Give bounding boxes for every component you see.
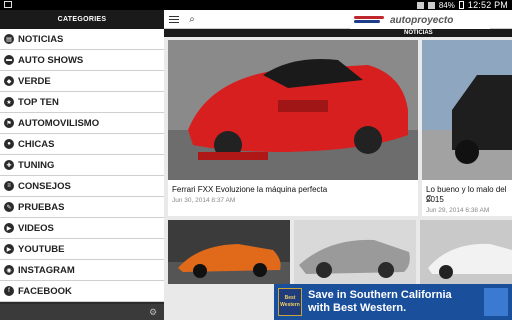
silver-concept-photo-icon — [294, 220, 416, 284]
list-icon: ≡ — [4, 181, 14, 191]
play-icon: ▶ — [4, 223, 14, 233]
main-content: ⌕ autoproyecto NOTICIAS Ferrari FXX Evol… — [164, 10, 512, 320]
star-icon: ★ — [4, 97, 14, 107]
pen-icon: ✎ — [4, 202, 14, 212]
leaf-icon: ◆ — [4, 76, 14, 86]
site-logo: autoproyecto — [350, 11, 490, 29]
orange-supercar-photo-icon — [168, 220, 290, 284]
category-pruebas[interactable]: ✎ PRUEBAS — [0, 197, 164, 218]
wifi-icon — [427, 1, 435, 9]
article-thumbnail[interactable] — [420, 220, 512, 284]
clock: 12:52 PM — [467, 0, 508, 10]
category-top-ten[interactable]: ★ TOP TEN — [0, 92, 164, 113]
status-bar: 84% 12:52 PM — [0, 0, 512, 10]
app-root: 84% 12:52 PM CATEGORIES ▤ NOTICIAS ▬ AUTO … — [0, 0, 512, 320]
ad-line-1: Save in Southern California — [308, 289, 452, 301]
camera-icon: ◉ — [4, 265, 14, 275]
category-tuning[interactable]: ✚ TUNING — [0, 155, 164, 176]
newspaper-icon: ▤ — [4, 34, 14, 44]
gallery-notification-icon — [4, 1, 12, 8]
category-consejos[interactable]: ≡ CONSEJOS — [0, 176, 164, 197]
article-date: Jun 30, 2014 8:37 AM — [172, 197, 236, 204]
person-icon: ● — [4, 139, 14, 149]
ferrari-photo-icon — [168, 40, 418, 180]
article-card[interactable]: Lo bueno y lo malo del C 2015 Jun 29, 20… — [422, 40, 512, 216]
category-list: ▤ NOTICIAS ▬ AUTO SHOWS ◆ VERDE ★ TOP TEN ⚑ A… — [0, 29, 164, 302]
car-icon: ▬ — [4, 55, 14, 65]
category-automovilismo[interactable]: ⚑ AUTOMOVILISMO — [0, 113, 164, 134]
logo-swoosh-icon — [350, 14, 390, 26]
brand-name: autoproyecto — [390, 14, 454, 26]
truck-photo-icon — [422, 40, 512, 180]
flag-icon: ⚑ — [4, 118, 14, 128]
article-title-line2: 2015 — [426, 195, 444, 204]
article-thumbnail[interactable] — [168, 220, 290, 284]
category-auto-shows[interactable]: ▬ AUTO SHOWS — [0, 50, 164, 71]
ad-text: Save in Southern California with Best We… — [308, 289, 452, 315]
youtube-icon: ▶ — [4, 244, 14, 254]
status-icons: 84% 12:52 PM — [416, 0, 508, 10]
category-instagram[interactable]: ◉ INSTAGRAM — [0, 260, 164, 281]
search-icon[interactable]: ⌕ — [184, 12, 200, 27]
article-title: Ferrari FXX Evoluzione la máquina perfec… — [172, 185, 328, 194]
wrench-icon: ✚ — [4, 160, 14, 170]
top-toolbar: ⌕ autoproyecto — [164, 10, 512, 29]
settings-gear-icon[interactable]: ⚙ — [148, 307, 158, 317]
ad-line-2: with Best Western. — [308, 302, 407, 314]
article-date: Jun 29, 2014 6:38 AM — [426, 207, 490, 214]
article-feed: Ferrari FXX Evoluzione la máquina perfec… — [164, 38, 512, 320]
bluetooth-icon — [416, 1, 424, 9]
category-videos[interactable]: ▶ VIDEOS — [0, 218, 164, 239]
menu-hamburger-icon[interactable] — [166, 12, 182, 27]
banner-ad[interactable]: Best Western Save in Southern California… — [274, 284, 512, 320]
categories-drawer: CATEGORIES ▤ NOTICIAS ▬ AUTO SHOWS ◆ VERDE … — [0, 10, 164, 320]
category-youtube[interactable]: ▶ YOUTUBE — [0, 239, 164, 260]
article-thumbnail[interactable] — [294, 220, 416, 284]
category-chicas[interactable]: ● CHICAS — [0, 134, 164, 155]
best-western-logo: Best Western — [278, 288, 302, 316]
article-image — [422, 40, 512, 180]
category-noticias[interactable]: ▤ NOTICIAS — [0, 29, 164, 50]
category-verde[interactable]: ◆ VERDE — [0, 71, 164, 92]
battery-percent: 84% — [438, 0, 455, 10]
drawer-title: CATEGORIES — [0, 10, 164, 29]
section-bar: NOTICIAS — [164, 29, 512, 37]
article-image — [168, 40, 418, 180]
category-facebook[interactable]: f FACEBOOK — [0, 281, 164, 302]
california-map-icon — [484, 288, 508, 316]
white-concept-photo-icon — [420, 220, 512, 284]
article-card[interactable]: Ferrari FXX Evoluzione la máquina perfec… — [168, 40, 418, 216]
battery-icon — [458, 1, 464, 9]
facebook-icon: f — [4, 286, 14, 296]
section-label: NOTICIAS — [404, 30, 433, 36]
drawer-footer: ⚙ — [0, 304, 164, 320]
